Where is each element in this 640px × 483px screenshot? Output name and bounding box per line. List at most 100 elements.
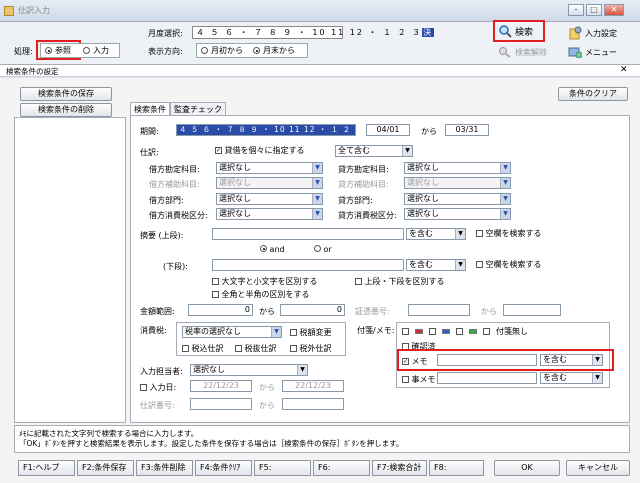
menu-button[interactable]: メニュー [568,46,617,58]
f1-help-button[interactable]: F1:ヘルプ [18,460,75,476]
tax-rate-dropdown[interactable]: 税率の選択なし ▼ [182,326,282,338]
debit-sub-value: 選択なし [219,178,251,187]
tax-excl-checkbox[interactable]: 税抜仕訳 [235,343,277,354]
period-to-field[interactable]: 03/31 [445,124,489,136]
operator-dropdown[interactable]: 選択なし ▼ [190,364,308,376]
credit-tax-dropdown[interactable]: 選択なし ▼ [404,208,511,220]
minimize-button[interactable]: – [568,4,584,16]
input-settings-button[interactable]: 入力設定 [568,26,617,40]
input-date-from-field[interactable]: 22/12/23 [190,380,252,392]
tax-change-checkbox[interactable]: 税額変更 [290,327,332,338]
maximize-button[interactable]: □ [586,4,602,16]
desc-lower-blank-checkbox[interactable]: 空欄を検索する [476,259,542,270]
memo-field[interactable] [437,354,537,366]
search-button-label: 検索 [515,27,534,38]
desc-lower-field[interactable] [212,259,404,271]
tax-change-label: 税額変更 [299,328,332,337]
help-message-line1: ﾒﾓに記載された文字列で検索する場合に入力します。 [19,429,199,438]
mode-radio-group: 参照 入力 [40,43,120,58]
desc-upper-field[interactable] [212,228,404,240]
close-window-button[interactable]: ✕ [604,4,624,16]
item-memo-field[interactable] [437,372,537,384]
journal-include-dropdown[interactable]: 全て含む ▼ [335,145,413,157]
credit-dept-dropdown[interactable]: 選択なし ▼ [404,193,511,205]
saved-conditions-list[interactable] [14,117,126,423]
month-final[interactable]: 決 [422,28,435,37]
desc-lower-match-value: を含む [409,260,433,269]
period-label: 期間: [140,127,159,136]
width-checkbox-label: 全角と半角の区別をする [221,290,310,299]
desc-lower-match-dropdown[interactable]: を含む ▼ [406,259,466,271]
tab-audit-check[interactable]: 監査チェック [170,102,226,115]
period-month-selector[interactable]: ４ ５ ６ ・ ７ ８ ９ ・ 10 11 12 ・ １ ２ ３ 決 [176,124,356,136]
case-checkbox[interactable]: 大文字と小文字を区別する [212,276,318,287]
tax-label: 消費税: [140,326,167,335]
delete-condition-button[interactable]: 検索条件の削除 [20,103,112,117]
radio-input[interactable] [83,47,90,54]
desc-upper-match-dropdown[interactable]: を含む ▼ [406,228,466,240]
desc-upper-blank-checkbox[interactable]: 空欄を検索する [476,228,542,239]
search-button[interactable]: 検索 [498,24,533,38]
f6-button[interactable]: F6: [313,460,370,476]
radio-from-end[interactable] [253,47,260,54]
dialog-close-icon[interactable]: ✕ [620,65,628,75]
tax-out-checkbox[interactable]: 税外仕訳 [290,343,332,354]
item-memo-checkbox[interactable]: 事メモ [402,374,436,385]
chevron-down-icon: ▼ [312,163,322,173]
tab-search-condition[interactable]: 検索条件 [130,102,170,115]
case-checkbox-label: 大文字と小文字を区別する [221,277,318,286]
f5-button[interactable]: F5: [254,460,311,476]
period-from-field[interactable]: 04/01 [366,124,410,136]
radio-from-end-label: 月末から [263,46,295,55]
tag-none-checkbox[interactable] [483,328,490,335]
tax-incl-checkbox[interactable]: 税込仕訳 [182,343,224,354]
tag-green-checkbox[interactable] [456,328,463,335]
f4-clear-button[interactable]: F4:条件ｸﾘｱ [195,460,252,476]
item-memo-label: 事メモ [411,375,436,384]
clear-condition-button[interactable]: 条件のクリア [558,87,628,101]
f8-button[interactable]: F8: [429,460,484,476]
evidence-from-field[interactable] [408,304,470,316]
amount-to-field[interactable]: 0 [280,304,345,316]
journal-no-from-field[interactable] [190,398,252,410]
width-checkbox[interactable]: 全角と半角の区別をする [212,289,310,300]
or-radio[interactable]: or [314,245,332,254]
debit-tax-dropdown[interactable]: 選択なし ▼ [216,208,323,220]
amount-from-field[interactable]: 0 [188,304,253,316]
cancel-button[interactable]: キャンセル [566,460,630,476]
tag-blue-checkbox[interactable] [429,328,436,335]
save-condition-button[interactable]: 検索条件の保存 [20,87,112,101]
and-radio[interactable]: and [260,245,285,254]
dialog-titlebar [0,64,640,77]
item-memo-match-dropdown[interactable]: を含む ▼ [540,372,603,384]
updown-checkbox[interactable]: 上段・下段を区別する [355,276,445,287]
credit-account-dropdown[interactable]: 選択なし ▼ [404,162,511,174]
input-date-to-field[interactable]: 22/12/23 [282,380,344,392]
radio-ref[interactable] [45,47,52,54]
tag-red-checkbox[interactable] [402,328,409,335]
radio-from-month[interactable] [201,47,208,54]
debit-dept-dropdown[interactable]: 選択なし ▼ [216,193,323,205]
debit-account-value: 選択なし [219,163,251,172]
tag-green-swatch [469,329,477,334]
f2-save-button[interactable]: F2:条件保存 [77,460,134,476]
operator-value: 選択なし [193,365,225,374]
memo-match-dropdown[interactable]: を含む ▼ [540,354,603,366]
input-date-checkbox[interactable]: 入力日: [140,382,176,393]
evidence-label: 証憑番号: [355,307,390,316]
journal-no-to-field[interactable] [282,398,344,410]
memo-checkbox[interactable]: ✓ メモ [402,356,428,367]
ok-button[interactable]: OK [494,460,560,476]
month-selector[interactable]: ４ ５ ６ ・ ７ ８ ９ ・ 10 11 12 ・ １ ２ ３決 [192,26,435,39]
debit-tax-value: 選択なし [219,209,251,218]
desc-upper-match-value: を含む [409,229,433,238]
journal-individual-checkbox[interactable]: ✓ 貸借を個々に指定する [215,145,305,156]
debit-account-dropdown[interactable]: 選択なし ▼ [216,162,323,174]
journal-label: 仕訳: [140,148,159,157]
search-clear-button[interactable]: 検索解除 [498,46,547,58]
f3-delete-button[interactable]: F3:条件削除 [136,460,193,476]
search-icon [499,25,512,38]
help-message: ﾒﾓに記載された文字列で検索する場合に入力します。 「OK」ﾎﾞﾀﾝを押すと検索… [14,425,630,453]
evidence-to-field[interactable] [503,304,561,316]
f7-total-button[interactable]: F7:検索合計 [372,460,427,476]
